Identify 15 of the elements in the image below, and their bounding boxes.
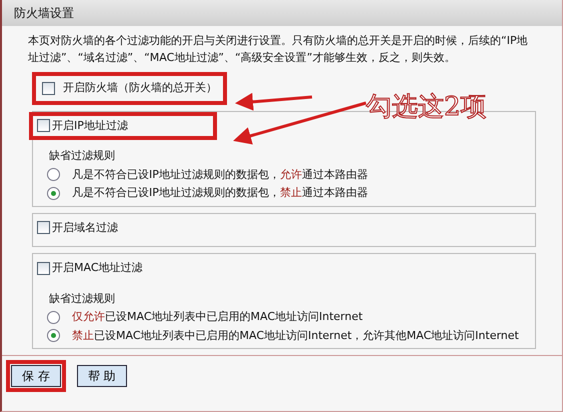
rule-radio[interactable]: 凡是不符合已设IP地址过滤规则的数据包，允许通过本路由器 xyxy=(47,166,535,183)
filter-checkbox[interactable]: 开启域名过滤 xyxy=(29,214,217,242)
rule-heading: 缺省过滤规则 xyxy=(49,290,116,306)
rule-radio[interactable]: 禁止已设MAC地址列表中已启用的MAC地址访问Internet，允许其他MAC地址访问Internet xyxy=(47,328,535,344)
description-text: 本页对防火墙的各个过滤功能的开启与关闭进行设置。只有防火墙的总开关是开启的时候，后续的“IP地址过滤”、“域名过滤”、“MAC地址过滤”、“高级安全设置”才能够生效，反之，则失效。 xyxy=(27,33,529,66)
firewall-checkbox[interactable]: 开启防火墙（防火墙的总开关） xyxy=(32,72,227,104)
annotation-text: 勾选这2项 xyxy=(366,91,487,124)
filter-checkbox[interactable]: 开启MAC地址过滤 xyxy=(29,254,217,282)
rule-heading: 缺省过滤规则 xyxy=(49,148,116,164)
page-title: 防火墙设置 xyxy=(2,0,562,26)
rule-radio[interactable]: 仅允许已设MAC地址列表中已启用的MAC地址访问Internet xyxy=(47,309,535,326)
rule-radio[interactable]: 凡是不符合已设IP地址过滤规则的数据包，禁止通过本路由器 xyxy=(47,185,535,202)
save-button[interactable]: 保 存 xyxy=(11,365,61,387)
help-button[interactable]: 帮 助 xyxy=(76,365,127,387)
filter-checkbox[interactable]: 开启IP地址过滤 xyxy=(29,112,217,140)
